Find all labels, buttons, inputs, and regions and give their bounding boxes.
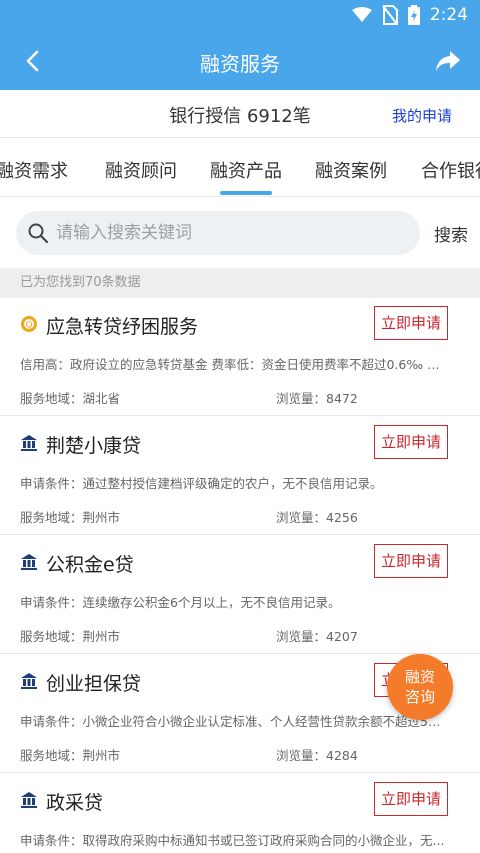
service-region: 服务地域：荆州市: [20, 629, 121, 644]
financing-consult-button[interactable]: 融资 咨询: [387, 654, 453, 720]
tab-financing-products[interactable]: 融资产品: [210, 157, 282, 183]
view-count: 浏览量：4284: [276, 748, 358, 763]
product-description: 申请条件：通过整村授信建档评级确定的农户，无不良信用记录。: [20, 476, 383, 491]
svg-text:Q: Q: [25, 321, 32, 331]
search-input[interactable]: [56, 223, 396, 243]
service-region: 服务地域：荆州市: [20, 748, 121, 763]
view-count: 浏览量：8472: [276, 391, 358, 406]
apply-now-button[interactable]: 立即申请: [374, 544, 448, 578]
search-box: [16, 211, 420, 255]
bank-logo-icon: [21, 435, 37, 451]
wifi-icon: [351, 7, 372, 23]
category-tabs: 融资需求 融资顾问 融资产品 融资案例 合作银行: [0, 139, 480, 197]
share-arrow-icon: [436, 51, 460, 71]
apply-now-button[interactable]: 立即申请: [374, 306, 448, 340]
list-item[interactable]: 公积金e贷 立即申请 申请条件：连续缴存公积金6个月以上，无不良信用记录。 服务…: [0, 536, 480, 654]
tab-financing-advisor[interactable]: 融资顾问: [105, 157, 177, 183]
view-count: 浏览量：4256: [276, 510, 358, 525]
status-icons: 2:24: [351, 5, 468, 25]
coin-icon: Q: [21, 316, 37, 332]
my-apply-link[interactable]: 我的申请: [392, 105, 452, 126]
product-title: 公积金e贷: [46, 554, 134, 576]
tab-partner-banks[interactable]: 合作银行: [421, 157, 480, 183]
bank-logo-icon: [21, 554, 37, 570]
product-title: 政采贷: [46, 792, 104, 814]
result-count: 已为您找到70条数据: [0, 268, 480, 298]
apply-now-button[interactable]: 立即申请: [374, 425, 448, 459]
consult-label-line2: 咨询: [404, 688, 435, 706]
product-title: 应急转贷纾困服务: [46, 316, 199, 338]
battery-icon: [407, 5, 420, 25]
product-description: 申请条件：连续缴存公积金6个月以上，无不良信用记录。: [20, 595, 341, 610]
search-row: 搜索: [0, 198, 480, 268]
credit-bar: 银行授信 6912笔 我的申请: [0, 90, 480, 138]
share-button[interactable]: [430, 45, 466, 77]
bank-logo-icon: [21, 792, 37, 808]
consult-label-line1: 融资: [404, 668, 435, 686]
bank-logo-icon: [21, 673, 37, 689]
active-tab-indicator: [220, 191, 272, 195]
page-title: 融资服务: [200, 52, 280, 76]
list-item[interactable]: 荆楚小康贷 立即申请 申请条件：通过整村授信建档评级确定的农户，无不良信用记录。…: [0, 417, 480, 535]
status-bar: 2:24: [0, 0, 480, 32]
product-description: 申请条件：小微企业符合小微企业认定标准、个人经营性贷款余额不超过5万...: [20, 714, 450, 729]
list-item[interactable]: Q 应急转贷纾困服务 立即申请 信用高：政府设立的应急转贷基金 费率低：资金日使…: [0, 298, 480, 416]
tab-financing-cases[interactable]: 融资案例: [315, 157, 387, 183]
no-sim-icon: [382, 5, 398, 25]
product-title: 荆楚小康贷: [46, 435, 142, 457]
view-count: 浏览量：4207: [276, 629, 358, 644]
app-bar: 融资服务: [0, 32, 480, 90]
list-item[interactable]: 政采贷 立即申请 申请条件：取得政府采购中标通知书或已签订政府采购合同的小微企业…: [0, 774, 480, 853]
search-button[interactable]: 搜索: [434, 221, 468, 246]
tab-financing-demand[interactable]: 融资需求: [0, 157, 68, 183]
product-description: 申请条件：取得政府采购中标通知书或已签订政府采购合同的小微企业，无...: [20, 833, 445, 848]
apply-now-button[interactable]: 立即申请: [374, 782, 448, 816]
service-region: 服务地域：湖北省: [20, 391, 121, 406]
product-description: 信用高：政府设立的应急转贷基金 费率低：资金日使用费率不超过0.6‰ 周...: [20, 357, 450, 372]
product-title: 创业担保贷: [46, 673, 142, 695]
search-icon: [28, 223, 48, 243]
service-region: 服务地域：荆州市: [20, 510, 121, 525]
status-time: 2:24: [429, 5, 468, 25]
